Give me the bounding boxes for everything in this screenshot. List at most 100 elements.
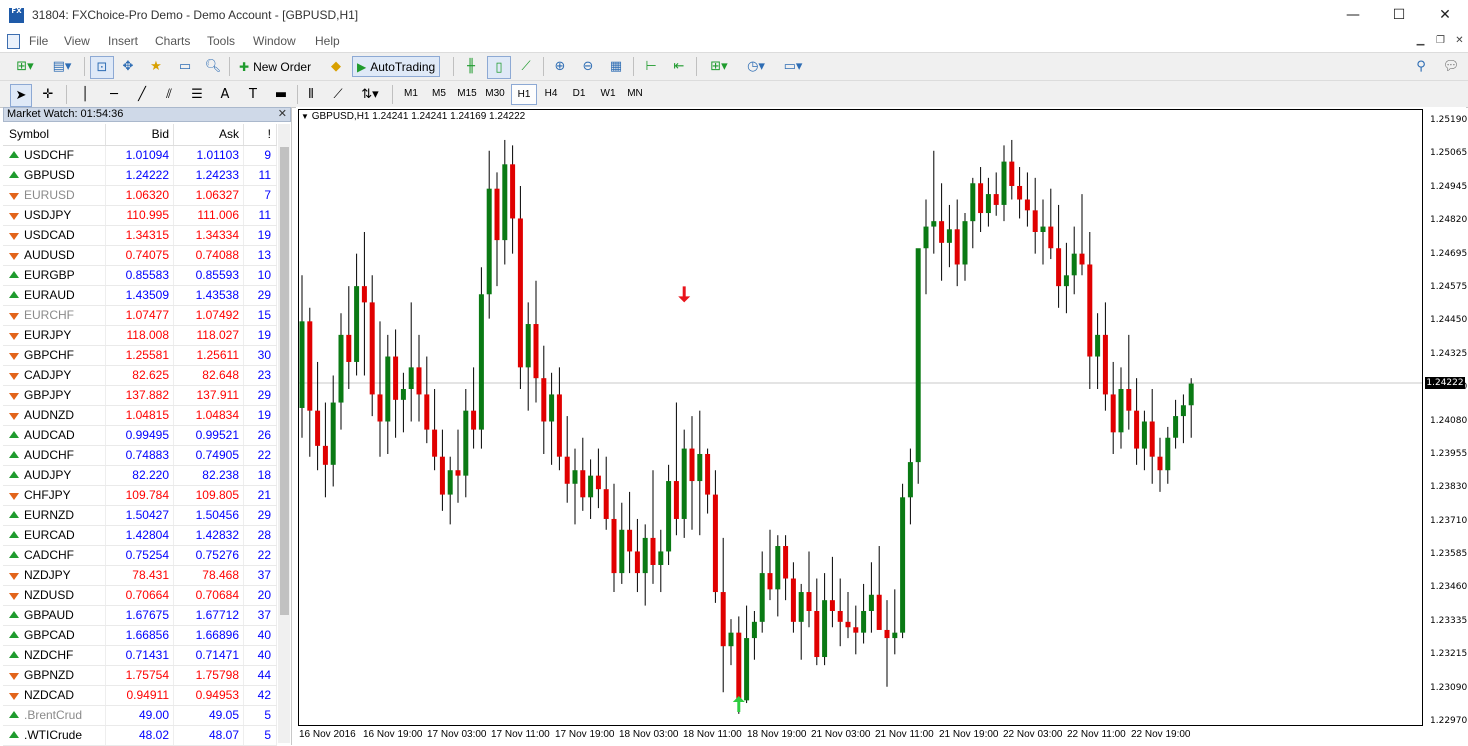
market-watch-row[interactable]: EURAUD 1.43509 1.43538 29 (3, 286, 277, 306)
market-watch-row[interactable]: NZDJPY 78.431 78.468 37 (3, 566, 277, 586)
menu-window[interactable]: Window (253, 34, 296, 48)
crosshair-tool[interactable]: ✛ (37, 84, 59, 105)
period-separator-tool[interactable]: ⦀ (300, 84, 322, 105)
column-header-symbol[interactable]: Symbol (3, 124, 106, 145)
zoom-in-button[interactable]: ⊕ (549, 56, 571, 77)
periods-button[interactable]: ◷▾ (740, 56, 772, 77)
new-chart-button[interactable]: ⊞▾ (8, 56, 42, 77)
chart-menu-triangle-icon[interactable]: ▼ (301, 112, 309, 121)
ask-cell: 1.24233 (174, 166, 244, 185)
line-chart-button[interactable]: ⟋ (515, 56, 537, 77)
market-watch-row[interactable]: EURUSD 1.06320 1.06327 7 (3, 186, 277, 206)
mdi-restore-button[interactable]: ❐ (1434, 35, 1447, 47)
bar-chart-button[interactable]: ╫ (460, 56, 482, 77)
metaeditor-button[interactable]: ◆ (325, 56, 347, 77)
market-watch-row[interactable]: EURJPY 118.008 118.027 19 (3, 326, 277, 346)
market-watch-row[interactable]: NZDCHF 0.71431 0.71471 40 (3, 646, 277, 666)
market-watch-row[interactable]: NZDCAD 0.94911 0.94953 42 (3, 686, 277, 706)
market-watch-row[interactable]: CADCHF 0.75254 0.75276 22 (3, 546, 277, 566)
chat-button[interactable]: 💬︎ (1438, 56, 1464, 77)
market-watch-row[interactable]: GBPCAD 1.66856 1.66896 40 (3, 626, 277, 646)
timeframe-h4[interactable]: H4 (539, 84, 563, 103)
candlestick-chart-button[interactable]: ▯ (487, 56, 511, 79)
templates-button[interactable]: ▭▾ (777, 56, 809, 77)
market-watch-row[interactable]: .BrentCrud 49.00 49.05 5 (3, 706, 277, 726)
text-label-tool[interactable]: T (242, 84, 264, 105)
navigator-folder-button[interactable]: ★ (145, 56, 167, 77)
timeframe-m5[interactable]: M5 (427, 84, 451, 103)
horizontal-line-tool[interactable]: ─ (103, 84, 125, 105)
timeframe-d1[interactable]: D1 (567, 84, 591, 103)
market-watch-row[interactable]: EURGBP 0.85583 0.85593 10 (3, 266, 277, 286)
trendline-tool[interactable]: ╱ (131, 84, 153, 105)
terminal-button[interactable]: ▭ (174, 56, 196, 77)
navigator-button[interactable]: ✥ (117, 56, 139, 77)
market-watch-row[interactable]: CADJPY 82.625 82.648 23 (3, 366, 277, 386)
market-watch-row[interactable]: AUDCAD 0.99495 0.99521 26 (3, 426, 277, 446)
market-watch-row[interactable]: AUDUSD 0.74075 0.74088 13 (3, 246, 277, 266)
chart-plot-area[interactable] (298, 109, 1423, 726)
market-watch-row[interactable]: GBPJPY 137.882 137.911 29 (3, 386, 277, 406)
market-watch-row[interactable]: USDJPY 110.995 111.006 11 (3, 206, 277, 226)
menu-help[interactable]: Help (315, 34, 340, 48)
search-button[interactable]: ⚲ (1410, 56, 1432, 77)
market-watch-row[interactable]: EURNZD 1.50427 1.50456 29 (3, 506, 277, 526)
profiles-button[interactable]: ▤▾ (46, 56, 78, 77)
fibo-fan-tool[interactable]: ⟋ (327, 84, 349, 105)
menu-insert[interactable]: Insert (108, 34, 138, 48)
market-watch-row[interactable]: CHFJPY 109.784 109.805 21 (3, 486, 277, 506)
market-watch-row[interactable]: USDCHF 1.01094 1.01103 9 (3, 146, 277, 166)
market-watch-scroll-thumb[interactable] (280, 147, 289, 615)
column-header-ask[interactable]: Ask (174, 124, 244, 145)
market-watch-toggle[interactable]: ⊡ (90, 56, 114, 79)
column-header-bid[interactable]: Bid (106, 124, 174, 145)
market-watch-row[interactable]: USDCAD 1.34315 1.34334 19 (3, 226, 277, 246)
autoscroll-button[interactable]: ⇤ (668, 56, 690, 77)
arrows-dropdown-tool[interactable]: ⇅▾ (354, 84, 386, 105)
autotrading-button[interactable]: ▶ AutoTrading (352, 56, 441, 77)
indicators-button[interactable]: ⊞▾ (703, 56, 735, 77)
timeframe-m30[interactable]: M30 (483, 84, 507, 103)
menu-tools[interactable]: Tools (207, 34, 235, 48)
fibonacci-tool[interactable]: ☰ (186, 84, 208, 105)
market-watch-row[interactable]: NZDUSD 0.70664 0.70684 20 (3, 586, 277, 606)
strategy-tester-button[interactable]: 🔍︎ (202, 56, 224, 77)
market-watch-close-icon[interactable]: ✕ (278, 108, 287, 121)
market-watch-row[interactable]: AUDCHF 0.74883 0.74905 22 (3, 446, 277, 466)
menu-view[interactable]: View (64, 34, 90, 48)
market-watch-row[interactable]: GBPUSD 1.24222 1.24233 11 (3, 166, 277, 186)
text-tool[interactable]: A (214, 84, 236, 105)
zoom-out-button[interactable]: ⊖ (577, 56, 599, 77)
equidistant-channel-tool[interactable]: ⫽ (158, 84, 180, 105)
timeframe-m15[interactable]: M15 (455, 84, 479, 103)
new-order-button[interactable]: ✚ New Order (235, 56, 315, 77)
bid-cell: 1.67675 (106, 606, 174, 625)
menu-charts[interactable]: Charts (155, 34, 190, 48)
spread-cell: 10 (244, 266, 277, 285)
market-watch-row[interactable]: .WTICrude 48.02 48.07 5 (3, 726, 277, 746)
tile-windows-button[interactable]: ▦ (605, 56, 627, 77)
market-watch-row[interactable]: EURCHF 1.07477 1.07492 15 (3, 306, 277, 326)
timeframe-h1[interactable]: H1 (511, 84, 537, 105)
close-button[interactable]: ✕ (1422, 0, 1468, 31)
market-watch-row[interactable]: AUDJPY 82.220 82.238 18 (3, 466, 277, 486)
rectangle-tool[interactable]: ▬ (270, 84, 292, 105)
chart-document-icon[interactable] (7, 34, 20, 49)
chart-shift-button[interactable]: ⊢ (640, 56, 662, 77)
column-header-spread[interactable]: ! (244, 124, 277, 145)
market-watch-row[interactable]: GBPCHF 1.25581 1.25611 30 (3, 346, 277, 366)
cursor-tool[interactable]: ➤ (10, 84, 32, 107)
timeframe-w1[interactable]: W1 (596, 84, 620, 103)
market-watch-row[interactable]: GBPAUD 1.67675 1.67712 37 (3, 606, 277, 626)
market-watch-row[interactable]: AUDNZD 1.04815 1.04834 19 (3, 406, 277, 426)
mdi-minimize-button[interactable]: ▁ (1414, 35, 1427, 47)
timeframe-m1[interactable]: M1 (399, 84, 423, 103)
mdi-close-button[interactable]: ✕ (1453, 35, 1466, 47)
vertical-line-tool[interactable]: │ (75, 84, 95, 105)
market-watch-row[interactable]: GBPNZD 1.75754 1.75798 44 (3, 666, 277, 686)
timeframe-mn[interactable]: MN (623, 84, 647, 103)
minimize-button[interactable]: — (1330, 0, 1376, 31)
market-watch-row[interactable]: EURCAD 1.42804 1.42832 28 (3, 526, 277, 546)
maximize-button[interactable]: ☐ (1376, 0, 1422, 31)
menu-file[interactable]: File (29, 34, 48, 48)
